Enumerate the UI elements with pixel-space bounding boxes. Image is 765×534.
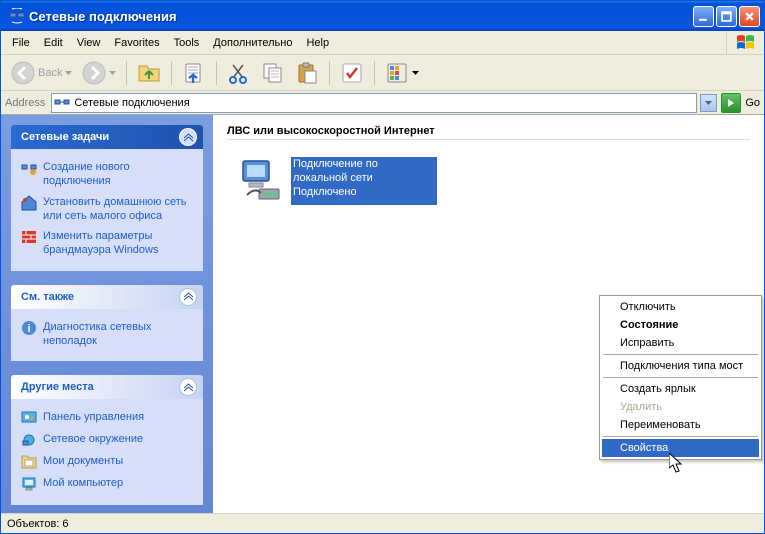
search-icon xyxy=(182,61,206,85)
chevron-down-icon xyxy=(412,71,419,75)
chevron-down-icon xyxy=(109,71,116,75)
cm-status[interactable]: Состояние xyxy=(602,316,759,334)
section-title: ЛВС или высокоскоростной Интернет xyxy=(227,125,750,140)
computer-icon xyxy=(21,476,37,492)
search-button[interactable] xyxy=(178,58,210,88)
copy-button[interactable] xyxy=(257,58,289,88)
task-firewall[interactable]: Изменить параметры брандмауэра Windows xyxy=(21,226,193,261)
conn-new-icon xyxy=(21,160,37,176)
main-pane: ЛВС или высокоскоростной Интернет Подклю… xyxy=(213,115,764,513)
cm-disconnect[interactable]: Отключить xyxy=(602,298,759,316)
cm-bridge[interactable]: Подключения типа мост xyxy=(602,357,759,375)
cm-separator xyxy=(603,354,758,355)
cm-delete: Удалить xyxy=(602,398,759,416)
cm-separator xyxy=(603,436,758,437)
panel-header-otherplaces[interactable]: Другие места xyxy=(11,375,203,399)
views-button[interactable] xyxy=(381,58,423,88)
menu-extra[interactable]: Дополнительно xyxy=(206,34,299,52)
checkmark-icon xyxy=(340,61,364,85)
context-menu: Отключить Состояние Исправить Подключени… xyxy=(599,295,762,460)
menu-tools[interactable]: Tools xyxy=(167,34,207,52)
status-bar: Объектов: 6 xyxy=(1,513,764,533)
menu-help[interactable]: Help xyxy=(299,34,336,52)
link-my-computer[interactable]: Мой компьютер xyxy=(21,473,193,495)
go-button[interactable] xyxy=(721,93,741,113)
task-new-connection[interactable]: Создание нового подключения xyxy=(21,157,193,192)
panel-header-seealso[interactable]: См. также xyxy=(11,285,203,309)
close-button[interactable] xyxy=(739,6,760,27)
link-control-panel[interactable]: Панель управления xyxy=(21,407,193,429)
link-my-documents[interactable]: Мои документы xyxy=(21,451,193,473)
forward-button[interactable] xyxy=(78,58,120,88)
lan-connection-icon xyxy=(237,157,285,205)
cut-button[interactable] xyxy=(223,58,255,88)
chevron-up-icon xyxy=(179,378,197,396)
panel-header-tasks[interactable]: Сетевые задачи xyxy=(11,125,203,149)
chevron-down-icon xyxy=(65,71,72,75)
cm-repair[interactable]: Исправить xyxy=(602,334,759,352)
task-home-network[interactable]: Установить домашнюю сеть или сеть малого… xyxy=(21,192,193,227)
menubar: File Edit View Favorites Tools Дополните… xyxy=(1,31,764,55)
menu-file[interactable]: File xyxy=(5,34,37,52)
cm-properties[interactable]: Свойства xyxy=(602,439,759,457)
info-icon: i xyxy=(21,320,37,336)
docs-icon xyxy=(21,454,37,470)
paste-button[interactable] xyxy=(291,58,323,88)
clipboard-icon xyxy=(295,61,319,85)
connection-item[interactable]: Подключение по локальной сети Подключено xyxy=(237,157,437,205)
up-button[interactable] xyxy=(133,58,165,88)
back-icon xyxy=(11,61,35,85)
menu-favorites[interactable]: Favorites xyxy=(107,34,166,52)
panel-network-tasks: Сетевые задачи Создание нового подключен… xyxy=(11,125,203,271)
cpanel-icon xyxy=(21,410,37,426)
maximize-button[interactable] xyxy=(716,6,737,27)
netplaces-icon xyxy=(21,432,37,448)
svg-text:i: i xyxy=(27,323,30,335)
copy-icon xyxy=(261,61,285,85)
address-bar: Address Сетевые подключения Go xyxy=(1,91,764,115)
scissors-icon xyxy=(227,61,251,85)
address-dropdown-button[interactable] xyxy=(700,94,717,112)
home-net-icon xyxy=(21,195,37,211)
views-icon xyxy=(385,61,409,85)
panel-see-also: См. также i Диагностика сетевых неполадо… xyxy=(11,285,203,362)
menu-edit[interactable]: Edit xyxy=(37,34,70,52)
undo-button[interactable] xyxy=(336,58,368,88)
connection-name: Подключение по локальной сети xyxy=(293,158,435,186)
network-connections-icon xyxy=(54,95,70,111)
titlebar: Сетевые подключения xyxy=(1,1,764,31)
toolbar: Back xyxy=(1,55,764,91)
folder-up-icon xyxy=(137,61,161,85)
window-title: Сетевые подключения xyxy=(29,9,693,24)
windows-flag-icon xyxy=(726,31,764,54)
cm-separator xyxy=(603,377,758,378)
status-text: Объектов: 6 xyxy=(7,518,69,530)
back-button[interactable]: Back xyxy=(7,58,76,88)
address-label: Address xyxy=(5,97,47,109)
forward-icon xyxy=(82,61,106,85)
address-value: Сетевые подключения xyxy=(74,97,189,109)
address-field[interactable]: Сетевые подключения xyxy=(51,93,697,113)
cm-rename[interactable]: Переименовать xyxy=(602,416,759,434)
minimize-button[interactable] xyxy=(693,6,714,27)
sidebar: Сетевые задачи Создание нового подключен… xyxy=(1,115,213,513)
window-icon xyxy=(9,8,25,24)
link-network-places[interactable]: Сетевое окружение xyxy=(21,429,193,451)
go-label: Go xyxy=(745,97,760,109)
link-network-troubleshooter[interactable]: i Диагностика сетевых неполадок xyxy=(21,317,193,352)
firewall-icon xyxy=(21,229,37,245)
chevron-up-icon xyxy=(179,288,197,306)
cm-shortcut[interactable]: Создать ярлык xyxy=(602,380,759,398)
connection-status: Подключено xyxy=(293,186,435,200)
chevron-up-icon xyxy=(179,128,197,146)
panel-other-places: Другие места Панель управления Сетевое о… xyxy=(11,375,203,505)
menu-view[interactable]: View xyxy=(70,34,108,52)
